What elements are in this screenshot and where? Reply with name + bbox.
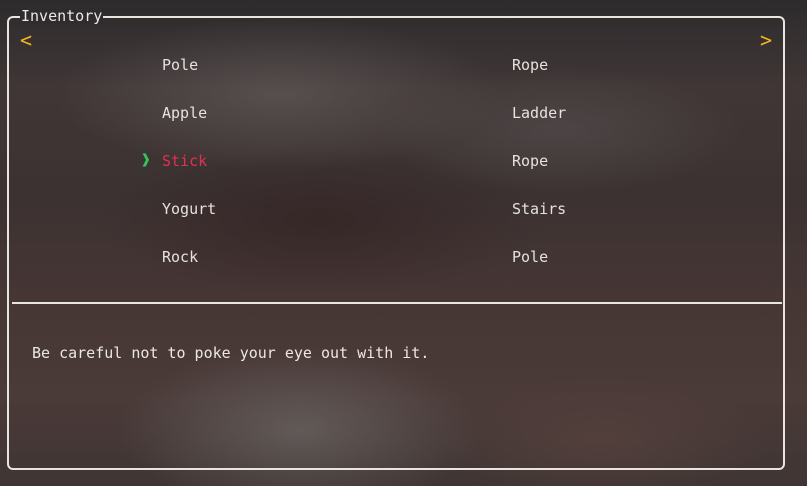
inventory-item-stick[interactable]: Stick <box>162 152 207 170</box>
inventory-item-pole-2[interactable]: Pole <box>512 248 548 266</box>
item-description: Be careful not to poke your eye out with… <box>32 344 430 362</box>
inventory-panel <box>7 16 785 470</box>
inventory-item-rope-2[interactable]: Rope <box>512 152 548 170</box>
inventory-item-ladder[interactable]: Ladder <box>512 104 566 122</box>
inventory-item-stairs[interactable]: Stairs <box>512 200 566 218</box>
inventory-item-pole[interactable]: Pole <box>162 56 198 74</box>
inventory-item-apple[interactable]: Apple <box>162 104 207 122</box>
selection-cursor-icon: ❱ <box>141 150 151 169</box>
inventory-item-rope[interactable]: Rope <box>512 56 548 74</box>
prev-page-arrow[interactable]: < <box>20 29 32 51</box>
inventory-item-rock[interactable]: Rock <box>162 248 198 266</box>
panel-title: Inventory <box>20 7 104 25</box>
next-page-arrow[interactable]: > <box>760 29 772 51</box>
divider <box>12 302 782 304</box>
inventory-item-yogurt[interactable]: Yogurt <box>162 200 216 218</box>
